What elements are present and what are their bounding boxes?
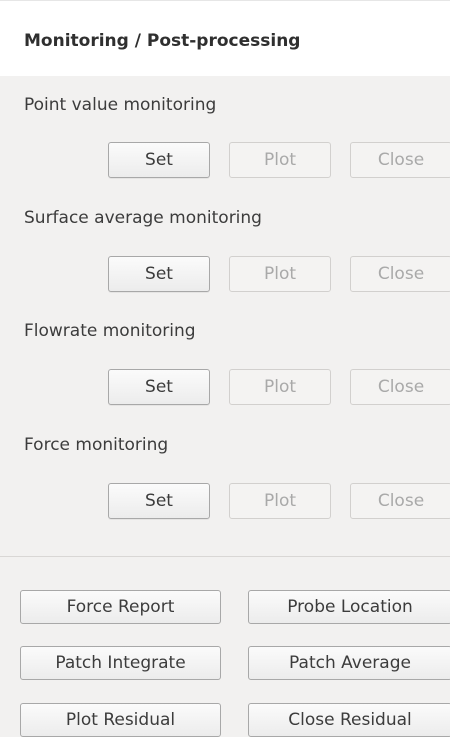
force-report-button[interactable]: Force Report bbox=[20, 590, 221, 624]
flowrate-plot-button[interactable]: Plot bbox=[229, 369, 331, 405]
surface-average-plot-button[interactable]: Plot bbox=[229, 256, 331, 292]
point-value-set-button[interactable]: Set bbox=[108, 142, 210, 178]
point-value-plot-button[interactable]: Plot bbox=[229, 142, 331, 178]
point-value-close-button[interactable]: Close bbox=[350, 142, 452, 178]
panel-header: Monitoring / Post-processing bbox=[0, 0, 450, 76]
close-residual-button[interactable]: Close Residual bbox=[248, 703, 452, 737]
flowrate-set-button[interactable]: Set bbox=[108, 369, 210, 405]
plot-residual-button[interactable]: Plot Residual bbox=[20, 703, 221, 737]
section-label-flowrate: Flowrate monitoring bbox=[24, 321, 196, 341]
monitoring-panel: Monitoring / Post-processing Point value… bbox=[0, 0, 453, 737]
section-divider bbox=[0, 556, 450, 557]
force-close-button[interactable]: Close bbox=[350, 483, 452, 519]
panel-title: Monitoring / Post-processing bbox=[24, 31, 301, 51]
force-plot-button[interactable]: Plot bbox=[229, 483, 331, 519]
patch-average-button[interactable]: Patch Average bbox=[248, 646, 452, 680]
section-label-surface-average: Surface average monitoring bbox=[24, 208, 262, 228]
flowrate-close-button[interactable]: Close bbox=[350, 369, 452, 405]
surface-average-close-button[interactable]: Close bbox=[350, 256, 452, 292]
section-label-point-value: Point value monitoring bbox=[24, 95, 217, 115]
patch-integrate-button[interactable]: Patch Integrate bbox=[20, 646, 221, 680]
section-label-force: Force monitoring bbox=[24, 435, 169, 455]
force-set-button[interactable]: Set bbox=[108, 483, 210, 519]
probe-location-button[interactable]: Probe Location bbox=[248, 590, 452, 624]
surface-average-set-button[interactable]: Set bbox=[108, 256, 210, 292]
